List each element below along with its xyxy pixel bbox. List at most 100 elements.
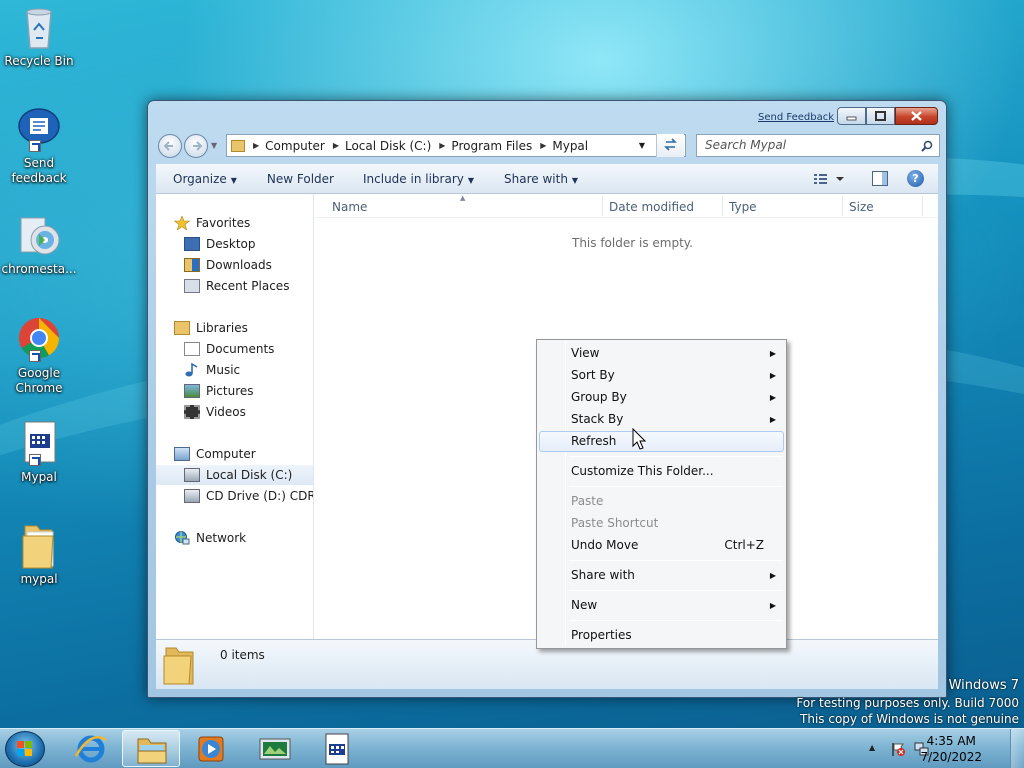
desktop-icon-google-chrome[interactable]: Google Chrome: [0, 316, 78, 396]
nav-item-downloads[interactable]: Downloads: [184, 255, 272, 275]
caption-buttons: [837, 107, 938, 125]
menu-item-label: Refresh: [571, 434, 617, 448]
column-header-row: Name ▲ Date modified Type Size: [314, 194, 938, 218]
menu-item-undo-move[interactable]: Undo Move Ctrl+Z: [539, 535, 784, 556]
nav-item-music[interactable]: Music: [184, 360, 240, 380]
maximize-button[interactable]: [866, 107, 895, 125]
menu-item-properties[interactable]: Properties: [539, 625, 784, 646]
column-divider[interactable]: [722, 196, 723, 216]
breadcrumb-computer[interactable]: Computer: [259, 139, 325, 153]
help-icon[interactable]: ?: [907, 170, 924, 187]
column-size[interactable]: Size: [849, 200, 874, 214]
refresh-button[interactable]: [656, 134, 684, 157]
share-with-menu[interactable]: Share with ▼: [484, 172, 588, 186]
desktop-icon-recycle-bin[interactable]: Recycle Bin: [0, 4, 78, 69]
address-dropdown-icon[interactable]: ▼: [639, 141, 645, 150]
windows-logo-icon: [17, 741, 32, 756]
preview-pane-icon[interactable]: [872, 171, 888, 186]
forward-button[interactable]: [184, 134, 208, 158]
share-with-label: Share with: [504, 171, 568, 186]
mypal-app-icon: [15, 420, 63, 468]
menu-item-customize-folder[interactable]: Customize This Folder...: [539, 461, 784, 482]
organize-label: Organize: [173, 171, 227, 186]
search-input[interactable]: Search Mypal: [696, 134, 940, 157]
nav-item-desktop[interactable]: Desktop: [184, 234, 256, 254]
back-button[interactable]: [158, 134, 182, 158]
column-type[interactable]: Type: [729, 200, 757, 214]
desktop-icon-send-feedback[interactable]: Send feedback: [0, 106, 78, 186]
nav-item-cd-drive[interactable]: CD Drive (D:) CDROM: [184, 486, 313, 506]
system-clock[interactable]: 4:35 AM 7/20/2022: [920, 733, 982, 765]
nav-computer[interactable]: Computer: [174, 444, 256, 464]
nav-label: Downloads: [206, 258, 272, 272]
menu-separator: [569, 620, 783, 621]
submenu-arrow-icon: ▶: [769, 371, 776, 380]
menu-item-sort-by[interactable]: Sort By ▶: [539, 365, 784, 386]
shortcut-arrow-icon: [29, 140, 41, 152]
desktop-icon-chromesetup[interactable]: chromesta...: [0, 212, 78, 277]
desktop-icon-label: Google Chrome: [15, 366, 63, 395]
clock-time: 4:35 AM: [926, 734, 976, 748]
new-folder-button[interactable]: New Folder: [247, 172, 344, 186]
menu-item-label: Share with: [571, 568, 635, 582]
nav-network[interactable]: Network: [174, 528, 246, 548]
shortcut-arrow-icon: [29, 350, 41, 362]
menu-item-view[interactable]: View ▶: [539, 343, 784, 364]
breadcrumb-mypal[interactable]: Mypal: [546, 139, 588, 153]
menu-item-refresh[interactable]: Refresh: [539, 431, 784, 452]
desktop-icon-mypal-shortcut[interactable]: Mypal: [0, 420, 78, 485]
action-center-flag-icon[interactable]: [890, 741, 906, 757]
recent-pages-chevron-icon[interactable]: ▼: [211, 141, 217, 150]
taskbar-internet-explorer[interactable]: [62, 730, 120, 767]
breadcrumb-program-files[interactable]: Program Files: [445, 139, 532, 153]
minimize-button[interactable]: [837, 107, 866, 125]
nav-label: Desktop: [206, 237, 256, 251]
nav-libraries[interactable]: Libraries: [174, 318, 248, 338]
show-hidden-icons-icon[interactable]: ▲: [869, 743, 875, 752]
desktop-icon-label: Mypal: [21, 470, 57, 484]
menu-item-label: Paste Shortcut: [571, 516, 659, 530]
include-in-library-menu[interactable]: Include in library ▼: [344, 172, 484, 186]
address-bar[interactable]: ▶ Computer ▶ Local Disk (C:) ▶ Program F…: [226, 134, 686, 157]
breadcrumb-local-disk[interactable]: Local Disk (C:): [339, 139, 431, 153]
menu-item-share-with[interactable]: Share with ▶: [539, 565, 784, 586]
column-name[interactable]: Name: [332, 200, 367, 214]
nav-item-pictures[interactable]: Pictures: [184, 381, 254, 401]
computer-icon: [174, 447, 190, 461]
nav-item-local-disk[interactable]: Local Disk (C:): [156, 465, 313, 485]
videos-icon: [184, 405, 200, 419]
organize-menu[interactable]: Organize ▼: [156, 172, 247, 186]
search-placeholder: Search Mypal: [705, 138, 787, 152]
column-divider[interactable]: [922, 196, 923, 216]
taskbar-mypal[interactable]: [308, 730, 366, 767]
send-feedback-link[interactable]: Send Feedback: [758, 112, 834, 123]
desktop-icon-label: mypal: [20, 572, 58, 586]
taskbar-windows-explorer[interactable]: [122, 730, 180, 767]
downloads-folder-icon: [184, 258, 200, 272]
menu-item-stack-by[interactable]: Stack By ▶: [539, 409, 784, 430]
start-button[interactable]: [5, 731, 45, 767]
search-icon: [921, 140, 933, 152]
nav-item-recent-places[interactable]: Recent Places: [184, 276, 289, 296]
show-desktop-button[interactable]: [1010, 729, 1024, 768]
column-divider[interactable]: [842, 196, 843, 216]
breadcrumb-separator-icon: ▶: [332, 141, 339, 150]
menu-item-group-by[interactable]: Group By ▶: [539, 387, 784, 408]
watermark-build: For testing purposes only. Build 7000: [796, 696, 1019, 710]
command-bar: Organize ▼ New Folder Include in library ▼…: [156, 164, 938, 194]
menu-item-new[interactable]: New ▶: [539, 595, 784, 616]
taskbar-program[interactable]: [246, 730, 304, 767]
desktop-icon-mypal-folder[interactable]: mypal: [0, 522, 78, 587]
taskbar-media-player[interactable]: [182, 730, 240, 767]
view-options-icon[interactable]: [814, 172, 844, 189]
column-divider[interactable]: [602, 196, 603, 216]
submenu-arrow-icon: ▶: [769, 601, 776, 610]
menu-item-paste: Paste: [539, 491, 784, 512]
network-icon: [174, 531, 190, 545]
column-date-modified[interactable]: Date modified: [609, 200, 694, 214]
nav-item-videos[interactable]: Videos: [184, 402, 246, 422]
close-button[interactable]: [895, 107, 938, 125]
nav-item-documents[interactable]: Documents: [184, 339, 274, 359]
documents-icon: [184, 342, 200, 356]
nav-favorites[interactable]: Favorites: [173, 213, 250, 233]
